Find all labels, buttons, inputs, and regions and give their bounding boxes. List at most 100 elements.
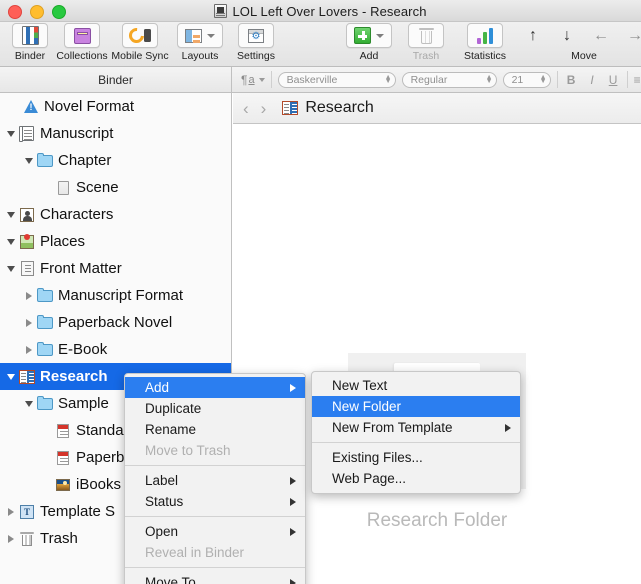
disclosure-triangle[interactable] [22,157,35,164]
arrow-up-icon: ↑ [529,26,537,44]
trash-bin-icon [17,531,37,546]
binder-row-characters[interactable]: Characters [0,201,231,228]
stepper-icon: ▲ ▼ [384,73,392,85]
context-menu-item-duplicate[interactable]: Duplicate [125,398,305,419]
binder-row-label: Standa [76,422,124,439]
disclosure-triangle[interactable] [4,265,17,272]
collections-button[interactable] [64,23,100,48]
binder-row-places[interactable]: Places [0,228,231,255]
image-icon [53,478,73,491]
stepper-icon: ▲ ▼ [539,73,547,85]
header-strip: Binder ¶ a Baskerville ▲ ▼ Regular ▲ ▼ 21 ▲… [0,67,641,93]
binder-row-chapter[interactable]: Chapter [0,147,231,174]
binder-row-label: Template S [40,503,116,520]
context-menu-item-move-to[interactable]: Move To [125,572,305,584]
binder-row-paperback-novel[interactable]: Paperback Novel [0,309,231,336]
editor-title-area: Research [282,99,374,117]
chevron-down-icon[interactable] [376,33,384,38]
toolbar-statistics[interactable]: Statistics [454,23,516,62]
context-menu-item-status[interactable]: Status [125,491,305,512]
folder-icon [35,395,55,410]
context-menu-item-open[interactable]: Open [125,521,305,542]
toolbar-layouts[interactable]: Layouts [172,23,228,62]
context-menu-item-rename[interactable]: Rename [125,419,305,440]
move-up-button[interactable]: ↑ [516,23,550,48]
move-right-button: → [618,23,641,48]
settings-label: Settings [237,50,275,62]
disclosure-triangle[interactable] [4,534,17,543]
scrivener-window: LOL Left Over Lovers - Research Binder C… [0,0,641,584]
disclosure-triangle[interactable] [22,318,35,327]
font-style-select[interactable]: Regular ▲ ▼ [401,71,497,88]
toolbar-collections[interactable]: Collections [56,23,108,62]
toolbar-add[interactable]: Add [340,23,398,62]
toolbar-mobile-sync[interactable]: Mobile Sync [108,23,172,62]
paragraph-style-button[interactable]: ¶ a [241,73,265,87]
submenu-item-existing-files[interactable]: Existing Files... [312,447,520,468]
context-menu-item-reveal-in-binder: Reveal in Binder [125,542,305,563]
menu-item-label: Open [145,524,179,539]
chevron-down-icon [258,77,265,82]
underline-button[interactable]: U [606,73,621,87]
disclosure-triangle[interactable] [22,291,35,300]
font-family-value: Baskerville [286,73,338,86]
layouts-button[interactable] [177,23,223,48]
arrow-left-icon: ← [593,26,609,44]
binder-row-e-book[interactable]: E-Book [0,336,231,363]
disclosure-triangle[interactable] [4,130,17,137]
binder-row-scene[interactable]: Scene [0,174,231,201]
submenu-item-new-from-template[interactable]: New From Template [312,417,520,438]
disclosure-triangle[interactable] [4,211,17,218]
characters-icon [17,207,37,222]
move-down-button[interactable]: ↓ [550,23,584,48]
binder-row-manuscript-format[interactable]: Manuscript Format [0,282,231,309]
toolbar-move-group: ↑ ↓ ← → Move [516,23,641,62]
window-title-area: LOL Left Over Lovers - Research [0,0,641,22]
toolbar-settings[interactable]: Settings [228,23,284,62]
menu-item-label: Move to Trash [145,443,231,458]
font-size-select[interactable]: 21 ▲ ▼ [502,71,551,88]
binder-row-manuscript[interactable]: Manuscript [0,120,231,147]
research-icon [17,369,37,384]
folder-icon [35,314,55,329]
bold-button[interactable]: B [564,73,579,87]
binder-row-label: Manuscript [40,125,114,142]
context-menu[interactable]: Add Duplicate Rename Move to Trash Label… [124,373,306,584]
paragraph-a-label: a [248,73,255,86]
settings-button[interactable] [238,23,274,48]
font-family-select[interactable]: Baskerville ▲ ▼ [277,71,396,88]
trash-button [408,23,444,48]
submenu-item-web-page[interactable]: Web Page... [312,468,520,489]
context-menu-item-add[interactable]: Add [125,377,305,398]
statistics-button[interactable] [467,23,503,48]
disclosure-triangle[interactable] [22,345,35,354]
italic-button[interactable]: I [585,73,600,87]
submenu-item-new-text[interactable]: New Text [312,375,520,396]
binder-icon [21,26,39,45]
binder-row-label: Scene [76,179,119,196]
binder-label: Binder [14,50,46,62]
editor-header: ‹ › Research [233,93,641,124]
menu-separator [312,442,520,443]
arrow-down-icon: ↓ [563,26,571,44]
context-menu-item-label[interactable]: Label [125,470,305,491]
back-button[interactable]: ‹ [243,100,249,117]
add-button[interactable] [346,23,392,48]
disclosure-triangle[interactable] [4,507,17,516]
align-button[interactable]: ≡ [634,73,641,87]
binder-row-front-matter[interactable]: Front Matter [0,255,231,282]
forward-button[interactable]: › [261,100,267,117]
template-icon: T [17,504,37,519]
pdf-icon [53,423,73,438]
disclosure-triangle[interactable] [4,373,17,380]
disclosure-triangle[interactable] [4,238,17,245]
binder-button[interactable] [12,23,48,48]
mobile-sync-button[interactable] [122,23,158,48]
binder-row-novel-format[interactable]: Novel Format [0,93,231,120]
binder-row-label: E-Book [58,341,108,358]
toolbar-binder[interactable]: Binder [4,23,56,62]
add-submenu[interactable]: New Text New Folder New From Template Ex… [311,371,521,494]
submenu-item-new-folder[interactable]: New Folder [312,396,520,417]
disclosure-triangle[interactable] [22,400,35,407]
submenu-arrow-icon [505,423,511,432]
